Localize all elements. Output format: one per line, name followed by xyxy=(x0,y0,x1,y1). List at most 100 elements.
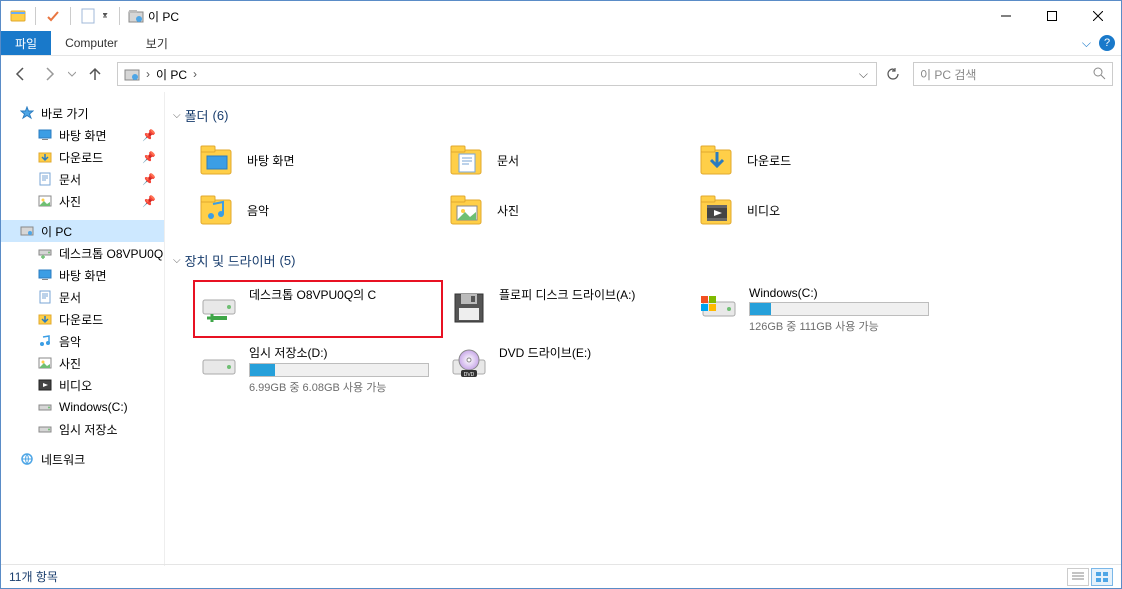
address-root-icon[interactable] xyxy=(120,63,144,85)
tree-label: 바로 가기 xyxy=(41,105,89,122)
chevron-right-icon[interactable]: › xyxy=(191,67,199,81)
close-button[interactable] xyxy=(1075,1,1121,31)
tree-pc-item[interactable]: 문서 xyxy=(1,286,164,308)
search-placeholder: 이 PC 검색 xyxy=(920,66,1092,83)
folder-label: 문서 xyxy=(497,152,519,169)
tree-pc-item[interactable]: 바탕 화면 xyxy=(1,264,164,286)
ribbon-expand-icon[interactable]: ⌵ xyxy=(1082,36,1091,51)
address-dropdown-icon[interactable]: ⌵ xyxy=(853,67,874,82)
group-label: 폴더 xyxy=(185,106,209,125)
folder-item[interactable]: 음악 xyxy=(193,185,443,235)
back-button[interactable] xyxy=(9,62,33,86)
chevron-right-icon[interactable]: › xyxy=(144,67,152,81)
downloads-icon xyxy=(37,311,53,327)
tree-label: 사진 xyxy=(59,193,81,210)
breadcrumb-this-pc[interactable]: 이 PC xyxy=(152,63,191,85)
tree-pc-item[interactable]: Windows(C:) xyxy=(1,396,164,418)
tree-label: 바탕 화면 xyxy=(59,127,107,144)
tree-quick-item[interactable]: 문서📌 xyxy=(1,168,164,190)
drive-label: 플로피 디스크 드라이브(A:) xyxy=(499,286,687,303)
drive-icon xyxy=(199,346,239,386)
drive-label: DVD 드라이브(E:) xyxy=(499,344,687,361)
floppy-icon xyxy=(449,288,489,328)
properties-qat-icon[interactable] xyxy=(42,5,64,27)
tree-label: 네트워크 xyxy=(41,451,85,468)
documents-icon xyxy=(37,171,53,187)
window-title: 이 PC xyxy=(148,8,179,25)
drive-label: 데스크톱 O8VPU0Q의 C xyxy=(249,286,437,303)
drive-item[interactable]: 데스크톱 O8VPU0Q의 C xyxy=(193,280,443,338)
recent-dropdown-icon[interactable] xyxy=(65,62,79,86)
tree-quick-item[interactable]: 다운로드📌 xyxy=(1,146,164,168)
drive-label: 임시 저장소(D:) xyxy=(249,344,437,361)
folder-label: 사진 xyxy=(497,202,519,219)
app-icon[interactable] xyxy=(7,5,29,27)
tree-pc-item[interactable]: 음악 xyxy=(1,330,164,352)
chevron-down-icon: ⌵ xyxy=(173,110,181,121)
qat-dropdown-icon[interactable] xyxy=(101,5,113,27)
star-icon xyxy=(19,105,35,121)
music-icon xyxy=(37,333,53,349)
tree-pc-item[interactable]: 사진 xyxy=(1,352,164,374)
up-button[interactable] xyxy=(83,62,107,86)
details-view-button[interactable] xyxy=(1067,568,1089,586)
downloads-icon xyxy=(37,149,53,165)
tree-label: 데스크톱 O8VPU0Q xyxy=(59,245,163,262)
window-icon xyxy=(128,8,144,24)
pin-icon: 📌 xyxy=(142,129,156,142)
pin-icon: 📌 xyxy=(142,195,156,208)
drive-item[interactable]: 플로피 디스크 드라이브(A:) xyxy=(443,280,693,338)
documents-icon xyxy=(37,289,53,305)
search-box[interactable]: 이 PC 검색 xyxy=(913,62,1113,86)
drive-item[interactable]: 임시 저장소(D:) 6.99GB 중 6.08GB 사용 가능 xyxy=(193,338,443,396)
drive-item[interactable]: Windows(C:)126GB 중 111GB 사용 가능 xyxy=(693,280,943,338)
drive-label: Windows(C:) xyxy=(749,286,937,300)
folder-item[interactable]: 바탕 화면 xyxy=(193,135,443,185)
chevron-down-icon: ⌵ xyxy=(173,255,181,266)
file-tab[interactable]: 파일 xyxy=(1,31,51,55)
tree-pc-item[interactable]: 비디오 xyxy=(1,374,164,396)
tree-pc-item[interactable]: 데스크톱 O8VPU0Q xyxy=(1,242,164,264)
tree-label: 다운로드 xyxy=(59,311,103,328)
forward-button[interactable] xyxy=(37,62,61,86)
tree-label: 비디오 xyxy=(59,377,92,394)
music-folder-icon xyxy=(197,190,237,230)
group-header-folders[interactable]: ⌵ 폴더(6) xyxy=(173,102,1113,129)
folder-item[interactable]: 문서 xyxy=(443,135,693,185)
folder-item[interactable]: 사진 xyxy=(443,185,693,235)
tree-quick-access[interactable]: 바로 가기 xyxy=(1,102,164,124)
address-bar[interactable]: › 이 PC › ⌵ xyxy=(117,62,877,86)
blank-qat-icon[interactable] xyxy=(77,5,99,27)
tree-quick-item[interactable]: 바탕 화면 📌 xyxy=(1,124,164,146)
tree-network[interactable]: 네트워크 xyxy=(1,448,164,470)
drive-icon xyxy=(37,421,53,437)
folder-item[interactable]: 다운로드 xyxy=(693,135,943,185)
view-tab[interactable]: 보기 xyxy=(132,31,182,55)
documents-folder-icon xyxy=(447,140,487,180)
tree-pc-item[interactable]: 다운로드 xyxy=(1,308,164,330)
usage-text: 6.99GB 중 6.08GB 사용 가능 xyxy=(249,379,437,395)
group-label: 장치 및 드라이버 xyxy=(185,251,276,270)
search-icon xyxy=(1092,66,1106,83)
title-bar: 이 PC xyxy=(1,1,1121,31)
status-bar: 11개 항목 xyxy=(1,564,1121,588)
minimize-button[interactable] xyxy=(983,1,1029,31)
refresh-button[interactable] xyxy=(881,62,905,86)
tree-pc-item[interactable]: 임시 저장소 xyxy=(1,418,164,440)
drive-item[interactable]: DVDDVD 드라이브(E:) xyxy=(443,338,693,396)
folder-item[interactable]: 비디오 xyxy=(693,185,943,235)
group-header-drives[interactable]: ⌵ 장치 및 드라이버 (5) xyxy=(173,247,1113,274)
tree-label: 다운로드 xyxy=(59,149,103,166)
icons-view-button[interactable] xyxy=(1091,568,1113,586)
pin-icon: 📌 xyxy=(142,173,156,186)
pictures-icon xyxy=(37,193,53,209)
folder-label: 비디오 xyxy=(747,202,780,219)
computer-tab[interactable]: Computer xyxy=(51,31,132,55)
tree-this-pc[interactable]: 이 PC xyxy=(1,220,164,242)
help-icon[interactable]: ? xyxy=(1099,35,1115,51)
videos-icon xyxy=(37,377,53,393)
maximize-button[interactable] xyxy=(1029,1,1075,31)
tree-quick-item[interactable]: 사진 📌 xyxy=(1,190,164,212)
group-count: (5) xyxy=(280,253,296,268)
pictures-folder-icon xyxy=(447,190,487,230)
